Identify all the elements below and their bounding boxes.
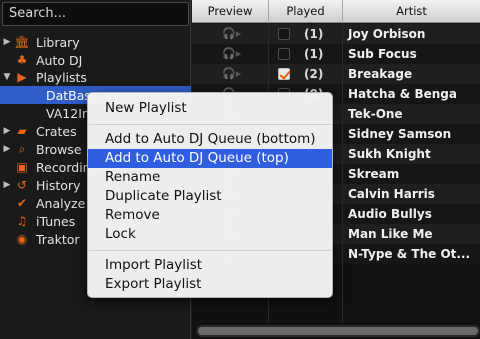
- artist-cell: Breakage: [348, 67, 413, 81]
- menu-item-rename[interactable]: Rename: [88, 168, 332, 187]
- browse-icon: ⌕: [18, 142, 26, 156]
- expand-arrow-icon[interactable]: ▶: [0, 144, 14, 154]
- expand-arrow-icon[interactable]: ▶: [0, 37, 14, 47]
- column-header-played[interactable]: Played: [268, 0, 342, 23]
- menu-item-lock[interactable]: Lock: [88, 225, 332, 244]
- menu-separator: [89, 124, 331, 125]
- sidebar-item-autodj[interactable]: ♣ Auto DJ: [0, 51, 191, 69]
- preview-play-icon[interactable]: 🎧▸: [222, 27, 246, 41]
- table-row[interactable]: 🎧▸ (2) Breakage: [192, 64, 480, 84]
- menu-item-import-playlist[interactable]: Import Playlist: [88, 256, 332, 275]
- sidebar-item-library[interactable]: ▶ 🏛 Library: [0, 33, 191, 51]
- menu-item-new-playlist[interactable]: New Playlist: [88, 99, 332, 118]
- play-count: (1): [304, 47, 324, 61]
- artist-cell: Sub Focus: [348, 47, 417, 61]
- artist-cell: Tek-One: [348, 107, 403, 121]
- preview-play-icon[interactable]: 🎧▸: [222, 67, 246, 81]
- sidebar-item-label: iTunes: [36, 213, 76, 229]
- sidebar-item-label: Browse: [36, 141, 82, 157]
- artist-cell: Joy Orbison: [348, 27, 426, 41]
- artist-cell: Man Like Me: [348, 227, 433, 241]
- sidebar-item-label: Analyze: [36, 195, 86, 211]
- sidebar-item-label: Library: [36, 34, 80, 50]
- sidebar-item-label: Crates: [36, 123, 77, 139]
- column-header-preview[interactable]: Preview: [192, 0, 268, 23]
- column-divider: [342, 23, 343, 323]
- table-row[interactable]: 🎧▸ (1) Joy Orbison: [192, 24, 480, 44]
- menu-item-export-playlist[interactable]: Export Playlist: [88, 275, 332, 294]
- artist-cell: Hatcha & Benga: [348, 87, 457, 101]
- artist-cell: N-Type & The Ot...: [348, 247, 471, 261]
- menu-item-duplicate-playlist[interactable]: Duplicate Playlist: [88, 187, 332, 206]
- sidebar-item-label: VA12In: [46, 105, 90, 121]
- context-menu: New Playlist Add to Auto DJ Queue (botto…: [87, 92, 333, 298]
- collapse-arrow-icon[interactable]: ▼: [0, 72, 14, 82]
- sidebar-item-playlists[interactable]: ▼ ▶ Playlists: [0, 68, 191, 86]
- search-input[interactable]: Search...: [2, 2, 189, 26]
- sidebar-item-label: History: [36, 177, 81, 193]
- autodj-icon: ♣: [16, 53, 28, 67]
- history-icon: ↺: [16, 178, 28, 192]
- horizontal-scrollbar[interactable]: [196, 325, 480, 337]
- traktor-icon: ◉: [16, 232, 28, 246]
- scrollbar-thumb[interactable]: [198, 327, 478, 335]
- preview-play-icon[interactable]: 🎧▸: [222, 47, 246, 61]
- itunes-icon: ♫: [16, 214, 28, 228]
- analyze-icon: ✔: [16, 196, 28, 210]
- sidebar-item-label: Auto DJ: [36, 52, 83, 68]
- played-checkbox[interactable]: [278, 28, 290, 40]
- sidebar-item-label: Traktor: [36, 231, 80, 247]
- menu-item-remove[interactable]: Remove: [88, 206, 332, 225]
- played-checkbox[interactable]: [278, 48, 290, 60]
- sidebar-item-label: Playlists: [36, 69, 87, 85]
- artist-cell: Audio Bullys: [348, 207, 432, 221]
- artist-cell: Sukh Knight: [348, 147, 431, 161]
- recordings-icon: ▣: [16, 160, 28, 174]
- menu-item-add-autodj-top[interactable]: Add to Auto DJ Queue (top): [88, 149, 332, 168]
- column-header-artist[interactable]: Artist: [342, 0, 480, 23]
- library-icon: 🏛: [14, 35, 30, 49]
- play-count: (2): [304, 67, 324, 81]
- played-checkbox[interactable]: [278, 68, 290, 80]
- crates-icon: ▰: [17, 124, 27, 138]
- artist-cell: Skream: [348, 167, 400, 181]
- table-row[interactable]: 🎧▸ (1) Sub Focus: [192, 44, 480, 64]
- artist-cell: Sidney Samson: [348, 127, 452, 141]
- menu-separator: [89, 250, 331, 251]
- playlists-icon: ▶: [17, 70, 27, 84]
- table-header: Preview Played Artist: [192, 0, 480, 23]
- play-count: (1): [304, 27, 324, 41]
- expand-arrow-icon[interactable]: ▶: [0, 126, 14, 136]
- artist-cell: Calvin Harris: [348, 187, 435, 201]
- menu-item-add-autodj-bottom[interactable]: Add to Auto DJ Queue (bottom): [88, 130, 332, 149]
- expand-arrow-icon[interactable]: ▶: [0, 180, 14, 190]
